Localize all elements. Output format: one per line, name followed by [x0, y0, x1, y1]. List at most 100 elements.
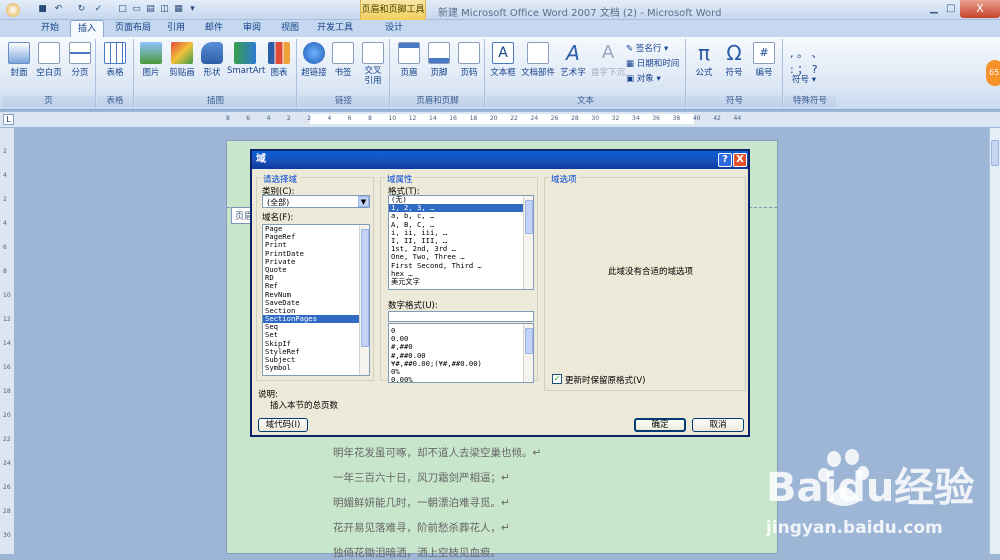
quick-parts-button[interactable]: 文档部件 [520, 42, 556, 78]
print-icon[interactable]: ▤ [144, 3, 157, 16]
ruler-tick-label: 6 [246, 115, 251, 122]
field-name-item[interactable]: Seq [263, 323, 369, 331]
undo-icon[interactable]: ↶ [52, 3, 65, 16]
number-format-input[interactable] [388, 311, 534, 322]
ruler-tick-label: 10 [388, 115, 397, 122]
maximize-icon[interactable]: □ [946, 3, 955, 14]
footer-button[interactable]: 页脚 [425, 42, 453, 78]
numbering-button[interactable]: # 编号 [749, 42, 779, 78]
cancel-button[interactable]: 取消 [692, 418, 744, 432]
document-line[interactable]: 明年花发虽可啄，却不道人去梁空巢也倾。↵ [333, 445, 541, 460]
scrollbar-thumb[interactable] [525, 200, 533, 234]
object-button[interactable]: ▣ 对象 ▾ [626, 72, 661, 84]
save-icon[interactable]: ■ [36, 3, 49, 16]
ribbon: 封面 空白页 分页 页 表格 表格 图片 剪贴画 形状 SmartArt 图表 … [0, 37, 1000, 110]
chart-icon [268, 42, 290, 64]
document-line[interactable]: 花开易见落难寻，阶前愁杀葬花人，↵ [333, 520, 510, 535]
scrollbar-thumb[interactable] [525, 328, 533, 354]
field-dialog: 域 ? X 请选择域 类别(C): (全部) ▼ 域名(F): Page Page… [250, 149, 750, 437]
cross-reference-button[interactable]: 交叉引用 [358, 42, 388, 86]
pi-icon: π [697, 41, 711, 65]
shapes-button[interactable]: 形状 [199, 42, 225, 78]
document-line[interactable]: 独倚花锄泪暗洒，洒上空枝见血痕。 [333, 545, 501, 560]
table-icon[interactable]: ▦ [172, 3, 185, 16]
clip-art-button[interactable]: 剪贴画 [167, 42, 197, 78]
number-format-item[interactable]: 0 [389, 326, 533, 335]
format-scrollbar[interactable] [523, 196, 533, 289]
field-name-item[interactable]: Quote [263, 265, 369, 274]
group-tables: 表格 表格 [97, 39, 134, 108]
tab-mailings[interactable]: 邮件 [198, 20, 230, 37]
equation-button[interactable]: π 公式 [689, 42, 719, 78]
chart-button[interactable]: 图表 [265, 42, 293, 78]
special-symbol-button[interactable]: 符号 ▾ [792, 73, 816, 85]
number-format-item[interactable]: 0.00% [389, 375, 533, 382]
close-button[interactable]: X [960, 0, 1000, 18]
field-names-list[interactable]: Page PageRef Print PrintDate Private Quote RD R… [262, 224, 370, 376]
table-button[interactable]: 表格 [101, 42, 129, 78]
blank-page-button[interactable]: 空白页 [34, 42, 64, 78]
ok-button[interactable]: 确定 [634, 418, 686, 432]
tab-design[interactable]: 设计 [376, 20, 412, 37]
number-format-item[interactable]: ¥#,##0.00;(¥#,##0.00) [389, 359, 533, 368]
drop-cap-button[interactable]: A 首字下沉 [590, 42, 626, 78]
vertical-ruler-tick-label: 4 [3, 172, 7, 179]
hyperlink-button[interactable]: 超链接 [300, 42, 328, 78]
field-codes-button[interactable]: 域代码(I) [258, 418, 308, 432]
cover-page-button[interactable]: 封面 [6, 42, 32, 78]
category-select[interactable]: (全部) ▼ [262, 195, 370, 208]
tab-insert[interactable]: 插入 [70, 20, 104, 37]
avatar: 65 [986, 60, 1000, 86]
spelling-icon[interactable]: ✓ [92, 3, 105, 16]
quick-access-more-icon[interactable]: ▾ [186, 3, 199, 16]
page-number-button[interactable]: 页码 [455, 42, 483, 78]
ruler-tick-label: 14 [429, 115, 437, 122]
tab-view[interactable]: 视图 [274, 20, 306, 37]
ruler-tick-label: 24 [530, 115, 539, 122]
minimize-icon[interactable]: ▁ [930, 3, 938, 14]
field-name-item[interactable]: SectionPages [263, 314, 369, 324]
bookmark-icon [332, 42, 354, 64]
scrollbar-thumb[interactable] [991, 140, 999, 166]
wordart-button[interactable]: A 艺术字 [558, 42, 588, 78]
vertical-ruler-tick-label: 8 [3, 268, 7, 275]
ruler-tick-label: 18 [469, 115, 478, 122]
drop-cap-icon: A [601, 42, 615, 63]
help-button[interactable]: ? [718, 153, 732, 167]
dialog-close-button[interactable]: X [733, 153, 747, 167]
tab-selector-icon[interactable]: L [3, 114, 14, 125]
smartart-button[interactable]: SmartArt [227, 42, 265, 76]
field-name-item[interactable]: Symbol [263, 363, 369, 372]
tab-page-layout[interactable]: 页面布局 [110, 20, 156, 37]
open-icon[interactable]: ▭ [130, 3, 143, 16]
new-icon[interactable]: □ [116, 3, 129, 16]
tab-references[interactable]: 引用 [160, 20, 192, 37]
document-line[interactable]: 明媚鲜妍能几时，一朝漂泊难寻觅。↵ [333, 495, 510, 510]
text-box-button[interactable]: A 文本框 [488, 42, 518, 78]
chevron-down-icon[interactable]: ▼ [358, 196, 369, 207]
document-line[interactable]: 一年三百六十日，风刀霜剑严相逼；↵ [333, 470, 510, 485]
context-tab-header-footer-tools: 页眉和页脚工具 [360, 0, 426, 20]
preview-icon[interactable]: ◫ [158, 3, 171, 16]
tab-home[interactable]: 开始 [34, 20, 66, 37]
date-time-button[interactable]: ▦ 日期和时间 [626, 57, 679, 69]
redo-icon[interactable]: ↻ [75, 3, 88, 16]
office-button-icon[interactable] [6, 3, 20, 17]
field-name-item[interactable]: RD [263, 273, 369, 282]
picture-button[interactable]: 图片 [137, 42, 165, 78]
bookmark-button[interactable]: 书签 [330, 42, 356, 78]
format-list[interactable]: (无) 1, 2, 3, … a, b, c, … A, B, C, … i, ii, … [388, 195, 534, 290]
format-item[interactable]: 美元文字 [389, 277, 533, 286]
tab-review[interactable]: 审阅 [236, 20, 268, 37]
number-format-scrollbar[interactable] [523, 324, 533, 382]
field-names-scrollbar[interactable] [359, 225, 369, 375]
tab-developer[interactable]: 开发工具 [310, 20, 360, 37]
header-button[interactable]: 页眉 [395, 42, 423, 78]
number-format-list[interactable]: 0 0.00 #,##0 #,##0.00 ¥#,##0.00;(¥#,##0.00) 0… [388, 323, 534, 383]
symbol-button[interactable]: Ω 符号 [719, 42, 749, 78]
preserve-format-checkbox[interactable]: ✓ [552, 374, 562, 384]
page-break-button[interactable]: 分页 [66, 42, 94, 78]
scrollbar-thumb[interactable] [361, 229, 369, 347]
field-options-group: 域选项 [544, 173, 746, 391]
signature-line-button[interactable]: ✎ 签名行 ▾ [626, 42, 668, 54]
